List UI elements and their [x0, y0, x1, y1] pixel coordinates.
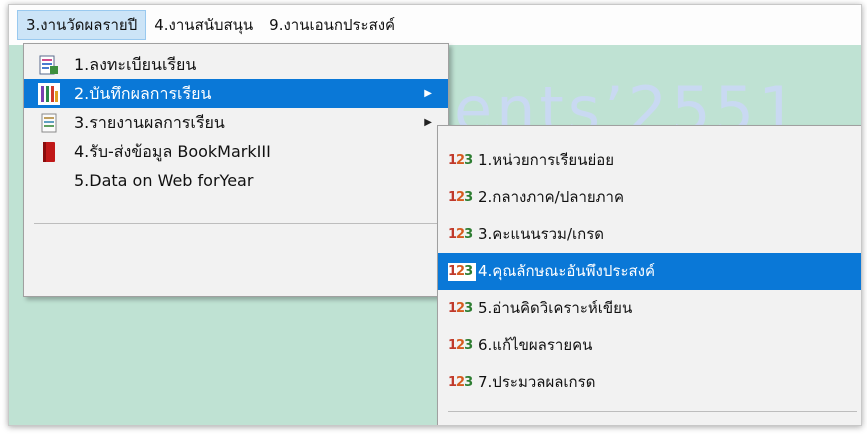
- menu-item-register[interactable]: 1.ลงทะเบียนเรียน: [24, 50, 448, 79]
- menu-item-data-on-web[interactable]: 5.Data on Web forYear: [24, 166, 448, 195]
- menu-item-label: 1.ลงทะเบียนเรียน: [74, 55, 197, 74]
- submenu-item-sub-units[interactable]: 123 1.หน่วยการเรียนย่อย: [438, 142, 861, 179]
- submenu-item-label: 5.อ่านคิดวิเคราะห์เขียน: [478, 299, 633, 317]
- menu-bar: 3.งานวัดผลรายปี 4.งานสนับสนุน 9.งานเอนกป…: [9, 5, 861, 45]
- menu-item-label: 5.Data on Web forYear: [74, 171, 254, 190]
- numbers-123-icon: 123: [448, 263, 476, 281]
- submenu-item-label: 3.คะแนนรวม/เกรด: [478, 225, 605, 243]
- menubar-item-multipurpose[interactable]: 9.งานเอนกประสงค์: [261, 10, 403, 40]
- submenu-item-edit-individual[interactable]: 123 6.แก้ไขผลรายคน: [438, 327, 861, 364]
- submenu-item-label: 6.แก้ไขผลรายคน: [478, 336, 593, 354]
- record-grades-submenu: 123 1.หน่วยการเรียนย่อย 123 2.กลางภาค/ปล…: [437, 125, 861, 425]
- submenu-item-label: 2.กลางภาค/ปลายภาค: [478, 188, 625, 206]
- submenu-arrow-icon: ▶: [424, 117, 432, 128]
- submenu-item-total-score-grade[interactable]: 123 3.คะแนนรวม/เกรด: [438, 216, 861, 253]
- submenu-item-process-grades[interactable]: 123 7.ประมวลผลเกรด: [438, 364, 861, 401]
- numbers-123-icon: 123: [448, 227, 473, 242]
- submenu-item-label: 7.ประมวลผลเกรด: [478, 373, 596, 391]
- menu-item-label: 2.บันทึกผลการเรียน: [74, 84, 212, 103]
- submenu-item-reading-thinking-writing[interactable]: 123 5.อ่านคิดวิเคราะห์เขียน: [438, 290, 861, 327]
- menu-item-grade-report[interactable]: 3.รายงานผลการเรียน ▶: [24, 108, 448, 137]
- numbers-123-icon: 123: [448, 338, 473, 353]
- submenu-item-label: 4.คุณลักษณะอันพึงประสงค์: [478, 262, 656, 280]
- menu-separator: [448, 411, 857, 412]
- app-window: 3.งานวัดผลรายปี 4.งานสนับสนุน 9.งานเอนกป…: [8, 4, 862, 426]
- menubar-item-support[interactable]: 4.งานสนับสนุน: [146, 10, 261, 40]
- menu-separator: [34, 223, 438, 224]
- numbers-123-icon: 123: [448, 190, 473, 205]
- submenu-item-desired-characteristics[interactable]: 123 4.คุณลักษณะอันพึงประสงค์: [438, 253, 861, 290]
- report-icon: [41, 113, 57, 133]
- submenu-item-label: 1.หน่วยการเรียนย่อย: [478, 151, 615, 169]
- submenu-arrow-icon: ▶: [424, 88, 432, 99]
- numbers-123-icon: 123: [448, 375, 473, 390]
- menu-item-label: 3.รายงานผลการเรียน: [74, 113, 225, 132]
- screen: 3.งานวัดผลรายปี 4.งานสนับสนุน 9.งานเอนกป…: [0, 0, 867, 434]
- annual-assessment-menu: 1.ลงทะเบียนเรียน 2.บันทึกผลการเรียน ▶ 3.…: [23, 43, 449, 297]
- record-grades-icon: [38, 83, 60, 105]
- menubar-item-annual-assessment[interactable]: 3.งานวัดผลรายปี: [17, 10, 147, 40]
- menu-item-record-grades[interactable]: 2.บันทึกผลการเรียน ▶: [24, 79, 448, 108]
- red-book-icon: [43, 142, 55, 162]
- numbers-123-icon: 123: [448, 153, 473, 168]
- menu-item-label: 4.รับ-ส่งข้อมูล BookMarkIII: [74, 142, 271, 161]
- numbers-123-icon: 123: [448, 301, 473, 316]
- submenu-item-midterm-final[interactable]: 123 2.กลางภาค/ปลายภาค: [438, 179, 861, 216]
- register-form-icon: [39, 55, 58, 75]
- menu-item-bookmark-transfer[interactable]: 4.รับ-ส่งข้อมูล BookMarkIII: [24, 137, 448, 166]
